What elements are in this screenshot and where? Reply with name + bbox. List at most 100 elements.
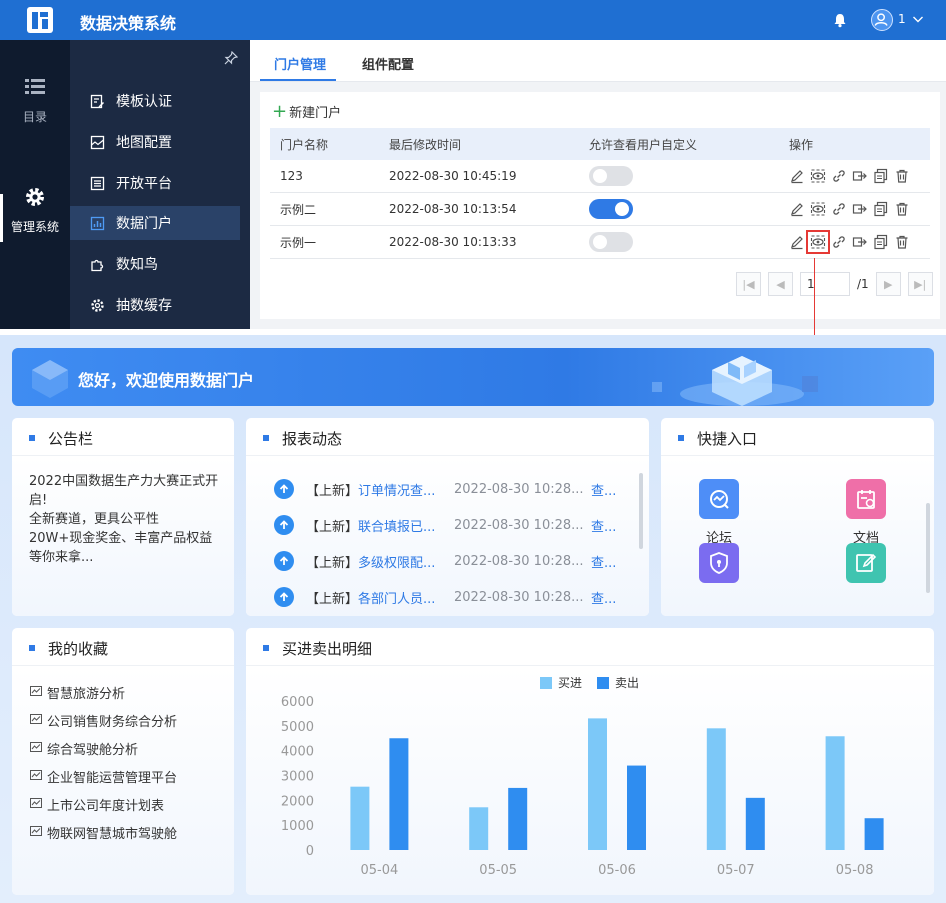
content-area: 门户管理 组件配置 + 新建门户 门户名称 最后修改时间 允许查看用户自定义 操… <box>250 40 946 329</box>
report-name: 订单情况查... <box>358 483 436 499</box>
scrollbar[interactable] <box>926 503 930 593</box>
table-row: 示例一 2022-08-30 10:13:33 <box>270 226 930 259</box>
menu-item-open-platform[interactable]: 开放平台 <box>70 166 240 200</box>
quick-entry-item[interactable] <box>826 543 906 591</box>
tab-component-config[interactable]: 组件配置 <box>362 54 414 73</box>
next-page-button[interactable]: ▶ <box>875 272 901 296</box>
prev-page-button[interactable]: ◀ <box>768 272 793 296</box>
link-icon[interactable] <box>831 168 847 184</box>
list-item[interactable]: 【上新】多级权限配... 2022-08-30 10:28... 查... <box>274 551 616 571</box>
bar-buy[interactable] <box>469 807 489 850</box>
menu-item-extract-cache[interactable]: 抽数缓存 <box>70 288 240 322</box>
card-body: 论坛 文档 <box>661 457 934 616</box>
list-icon <box>25 79 45 94</box>
card-body: 智慧旅游分析公司销售财务综合分析综合驾驶舱分析企业智能运营管理平台上市公司年度计… <box>12 667 234 895</box>
assign-icon[interactable] <box>852 168 868 184</box>
copy-icon[interactable] <box>873 234 889 250</box>
bar-sell[interactable] <box>745 797 765 850</box>
favorite-item[interactable]: 上市公司年度计划表 <box>30 795 164 814</box>
notice-text[interactable]: 2022中国数据生产力大赛正式开启! 全新赛道，更具公平性 20W+现金奖金、丰… <box>29 472 221 567</box>
chart-icon <box>30 825 47 841</box>
favorite-item[interactable]: 公司销售财务综合分析 <box>30 711 177 730</box>
favorite-item[interactable]: 企业智能运营管理平台 <box>30 767 177 786</box>
card-title-marker <box>263 435 269 441</box>
report-time: 2022-08-30 10:28... <box>454 553 584 569</box>
delete-icon[interactable] <box>894 234 910 250</box>
bar-sell[interactable] <box>389 738 409 850</box>
allow-custom-toggle[interactable] <box>589 199 633 219</box>
report-view-link[interactable]: 查... <box>591 516 616 535</box>
delete-icon[interactable] <box>894 201 910 217</box>
favorite-item[interactable]: 物联网智慧城市驾驶舱 <box>30 823 177 842</box>
rail-item-catalog[interactable]: 目录 <box>0 76 70 125</box>
tab-portal-management[interactable]: 门户管理 <box>274 54 326 73</box>
link-icon[interactable] <box>831 234 847 250</box>
rail-label-catalog: 目录 <box>22 110 47 124</box>
quick-entry-item[interactable] <box>679 543 759 591</box>
allow-custom-toggle[interactable] <box>589 166 633 186</box>
new-portal-button[interactable]: + 新建门户 <box>272 102 341 122</box>
delete-icon[interactable] <box>894 168 910 184</box>
user-name[interactable]: 1 <box>898 12 906 26</box>
menu-item-template-cert[interactable]: 模板认证 <box>70 84 240 118</box>
report-view-link[interactable]: 查... <box>591 480 616 499</box>
quick-entry-item[interactable]: 文档 <box>826 479 906 546</box>
quick-entry-item[interactable]: 论坛 <box>679 479 759 546</box>
column-header-actions: 操作 <box>789 137 814 152</box>
favorite-label: 企业智能运营管理平台 <box>47 771 178 786</box>
preview-icon[interactable] <box>806 230 830 254</box>
assign-icon[interactable] <box>852 201 868 217</box>
app-logo-icon[interactable] <box>26 6 54 34</box>
preview-icon[interactable] <box>810 201 826 217</box>
favorite-item[interactable]: 综合驾驶舱分析 <box>30 739 138 758</box>
menu-label: 模板认证 <box>116 94 172 110</box>
bar-sell[interactable] <box>864 818 884 850</box>
menu-item-shuzhiniao[interactable]: 数知鸟 <box>70 247 240 281</box>
list-item[interactable]: 【上新】各部门人员... 2022-08-30 10:28... 查... <box>274 587 616 607</box>
allow-custom-toggle[interactable] <box>589 232 633 252</box>
report-view-link[interactable]: 查... <box>591 552 616 571</box>
portal-table: 门户名称 最后修改时间 允许查看用户自定义 操作 123 2022-08-30 1… <box>270 128 930 259</box>
copy-icon[interactable] <box>873 168 889 184</box>
favorite-label: 综合驾驶舱分析 <box>47 743 139 758</box>
preview-icon[interactable] <box>810 168 826 184</box>
bell-icon[interactable] <box>832 12 848 28</box>
scrollbar[interactable] <box>639 473 643 549</box>
report-updates-title: 报表动态 <box>282 430 343 448</box>
edit-icon[interactable] <box>789 234 805 250</box>
first-page-button[interactable]: |◀ <box>736 272 761 296</box>
copy-icon[interactable] <box>873 201 889 217</box>
bar-buy[interactable] <box>350 786 370 850</box>
column-header-allow-custom: 允许查看用户自定义 <box>589 137 698 152</box>
modified-time-cell: 2022-08-30 10:13:33 <box>389 235 517 249</box>
page-number-input[interactable]: 1 <box>800 272 850 296</box>
rail-item-admin[interactable]: 管理系统 <box>0 186 70 235</box>
list-item[interactable]: 【上新】联合填报已... 2022-08-30 10:28... 查... <box>274 515 616 535</box>
bar-sell[interactable] <box>627 765 646 850</box>
menu-item-map-config[interactable]: 地图配置 <box>70 125 240 159</box>
user-avatar[interactable] <box>871 9 893 31</box>
assign-icon[interactable] <box>852 234 868 250</box>
menu-item-data-portal[interactable]: 数据门户 <box>70 206 240 240</box>
legend-swatch[interactable] <box>597 677 609 689</box>
favorite-label: 智慧旅游分析 <box>47 687 126 702</box>
legend-swatch[interactable] <box>540 677 552 689</box>
favorite-item[interactable]: 智慧旅游分析 <box>30 683 125 702</box>
link-icon[interactable] <box>831 201 847 217</box>
allow-custom-cell <box>589 193 633 225</box>
bar-sell[interactable] <box>508 787 528 850</box>
bar-buy[interactable] <box>588 718 607 850</box>
report-title: 【上新】联合填报已... <box>306 516 454 535</box>
card-title-marker <box>29 435 35 441</box>
edit-icon[interactable] <box>789 168 805 184</box>
bar-buy[interactable] <box>706 728 726 850</box>
edit-icon[interactable] <box>789 201 805 217</box>
open-platform-icon <box>90 176 105 190</box>
list-item[interactable]: 【上新】订单情况查... 2022-08-30 10:28... 查... <box>274 479 616 499</box>
chevron-down-icon[interactable] <box>912 13 924 25</box>
last-page-button[interactable]: ▶| <box>907 272 933 296</box>
arrow-up-icon <box>274 551 294 571</box>
report-view-link[interactable]: 查... <box>591 588 616 607</box>
bar-buy[interactable] <box>825 736 845 850</box>
pin-icon[interactable] <box>224 51 238 65</box>
